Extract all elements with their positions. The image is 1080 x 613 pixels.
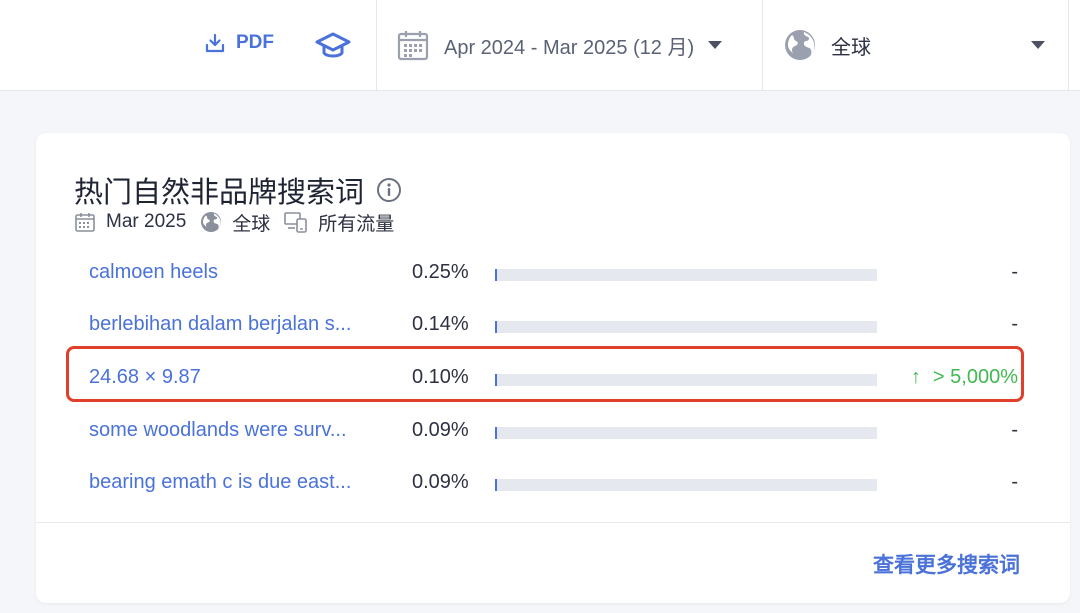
region-selector[interactable]: 全球 [783,22,1053,68]
change-value: - [1011,419,1018,441]
region-label: 全球 [831,36,871,59]
calendar-icon [75,213,95,232]
table-row: calmoen heels 0.25% - [36,248,1070,300]
search-term-link[interactable]: calmoen heels [89,261,374,284]
traffic-share: 0.09% [412,419,469,441]
card-header: 热门自然非品牌搜索词 [74,169,402,211]
caret-down-icon [708,41,723,49]
card-divider [36,522,1070,523]
graduation-cap-icon [315,32,351,58]
devices-icon [284,212,308,233]
share-bar-fill [495,269,497,281]
card-meta: Mar 2025 全球 所有流量 [74,209,394,235]
globe-icon [785,30,815,60]
share-bar-fill [495,321,497,333]
card-title: 热门自然非品牌搜索词 [74,177,365,209]
top-toolbar: PDF Apr 2024 - Mar 2025 (12 月) 全球 [0,0,1080,91]
toolbar-divider [376,0,377,90]
search-term-link[interactable]: berlebihan dalam berjalan s... [89,313,374,336]
pdf-export-button[interactable]: PDF [204,28,274,58]
traffic-share: 0.09% [412,471,469,493]
search-term-link[interactable]: some woodlands were surv... [89,419,374,442]
change-value: - [1011,471,1018,493]
table-row: berlebihan dalam berjalan s... 0.14% - [36,300,1070,352]
top-search-terms-card: 热门自然非品牌搜索词 Mar 2025 全球 所有流量 calmoen heel… [36,133,1070,603]
meta-traffic: 所有流量 [318,213,395,235]
calendar-icon [397,31,429,61]
share-bar [495,269,877,281]
meta-region: 全球 [232,213,271,235]
traffic-share: 0.25% [412,261,469,283]
share-bar [495,427,877,439]
toolbar-divider [762,0,763,90]
traffic-share: 0.14% [412,313,469,335]
toolbar-divider [1068,0,1069,90]
share-bar [495,321,877,333]
highlight-box [66,346,1024,402]
share-bar-fill [495,427,497,439]
caret-down-icon [1031,41,1045,49]
academy-button[interactable] [314,26,352,64]
table-row: some woodlands were surv... 0.09% - [36,406,1070,458]
view-more-terms-link[interactable]: 查看更多搜索词 [873,549,1020,579]
meta-month: Mar 2025 [106,211,187,232]
globe-icon [201,212,222,232]
table-row: bearing emath c is due east... 0.09% - [36,458,1070,510]
download-icon [205,33,225,53]
info-icon[interactable] [376,177,402,203]
share-bar [495,479,877,491]
date-range-label: Apr 2024 - Mar 2025 (12 月) [444,36,695,59]
pdf-label: PDF [236,32,274,53]
share-bar-fill [495,479,497,491]
search-term-link[interactable]: bearing emath c is due east... [89,471,374,494]
change-value: - [1011,313,1018,335]
change-value: - [1011,261,1018,283]
date-range-selector[interactable]: Apr 2024 - Mar 2025 (12 月) [396,22,723,68]
